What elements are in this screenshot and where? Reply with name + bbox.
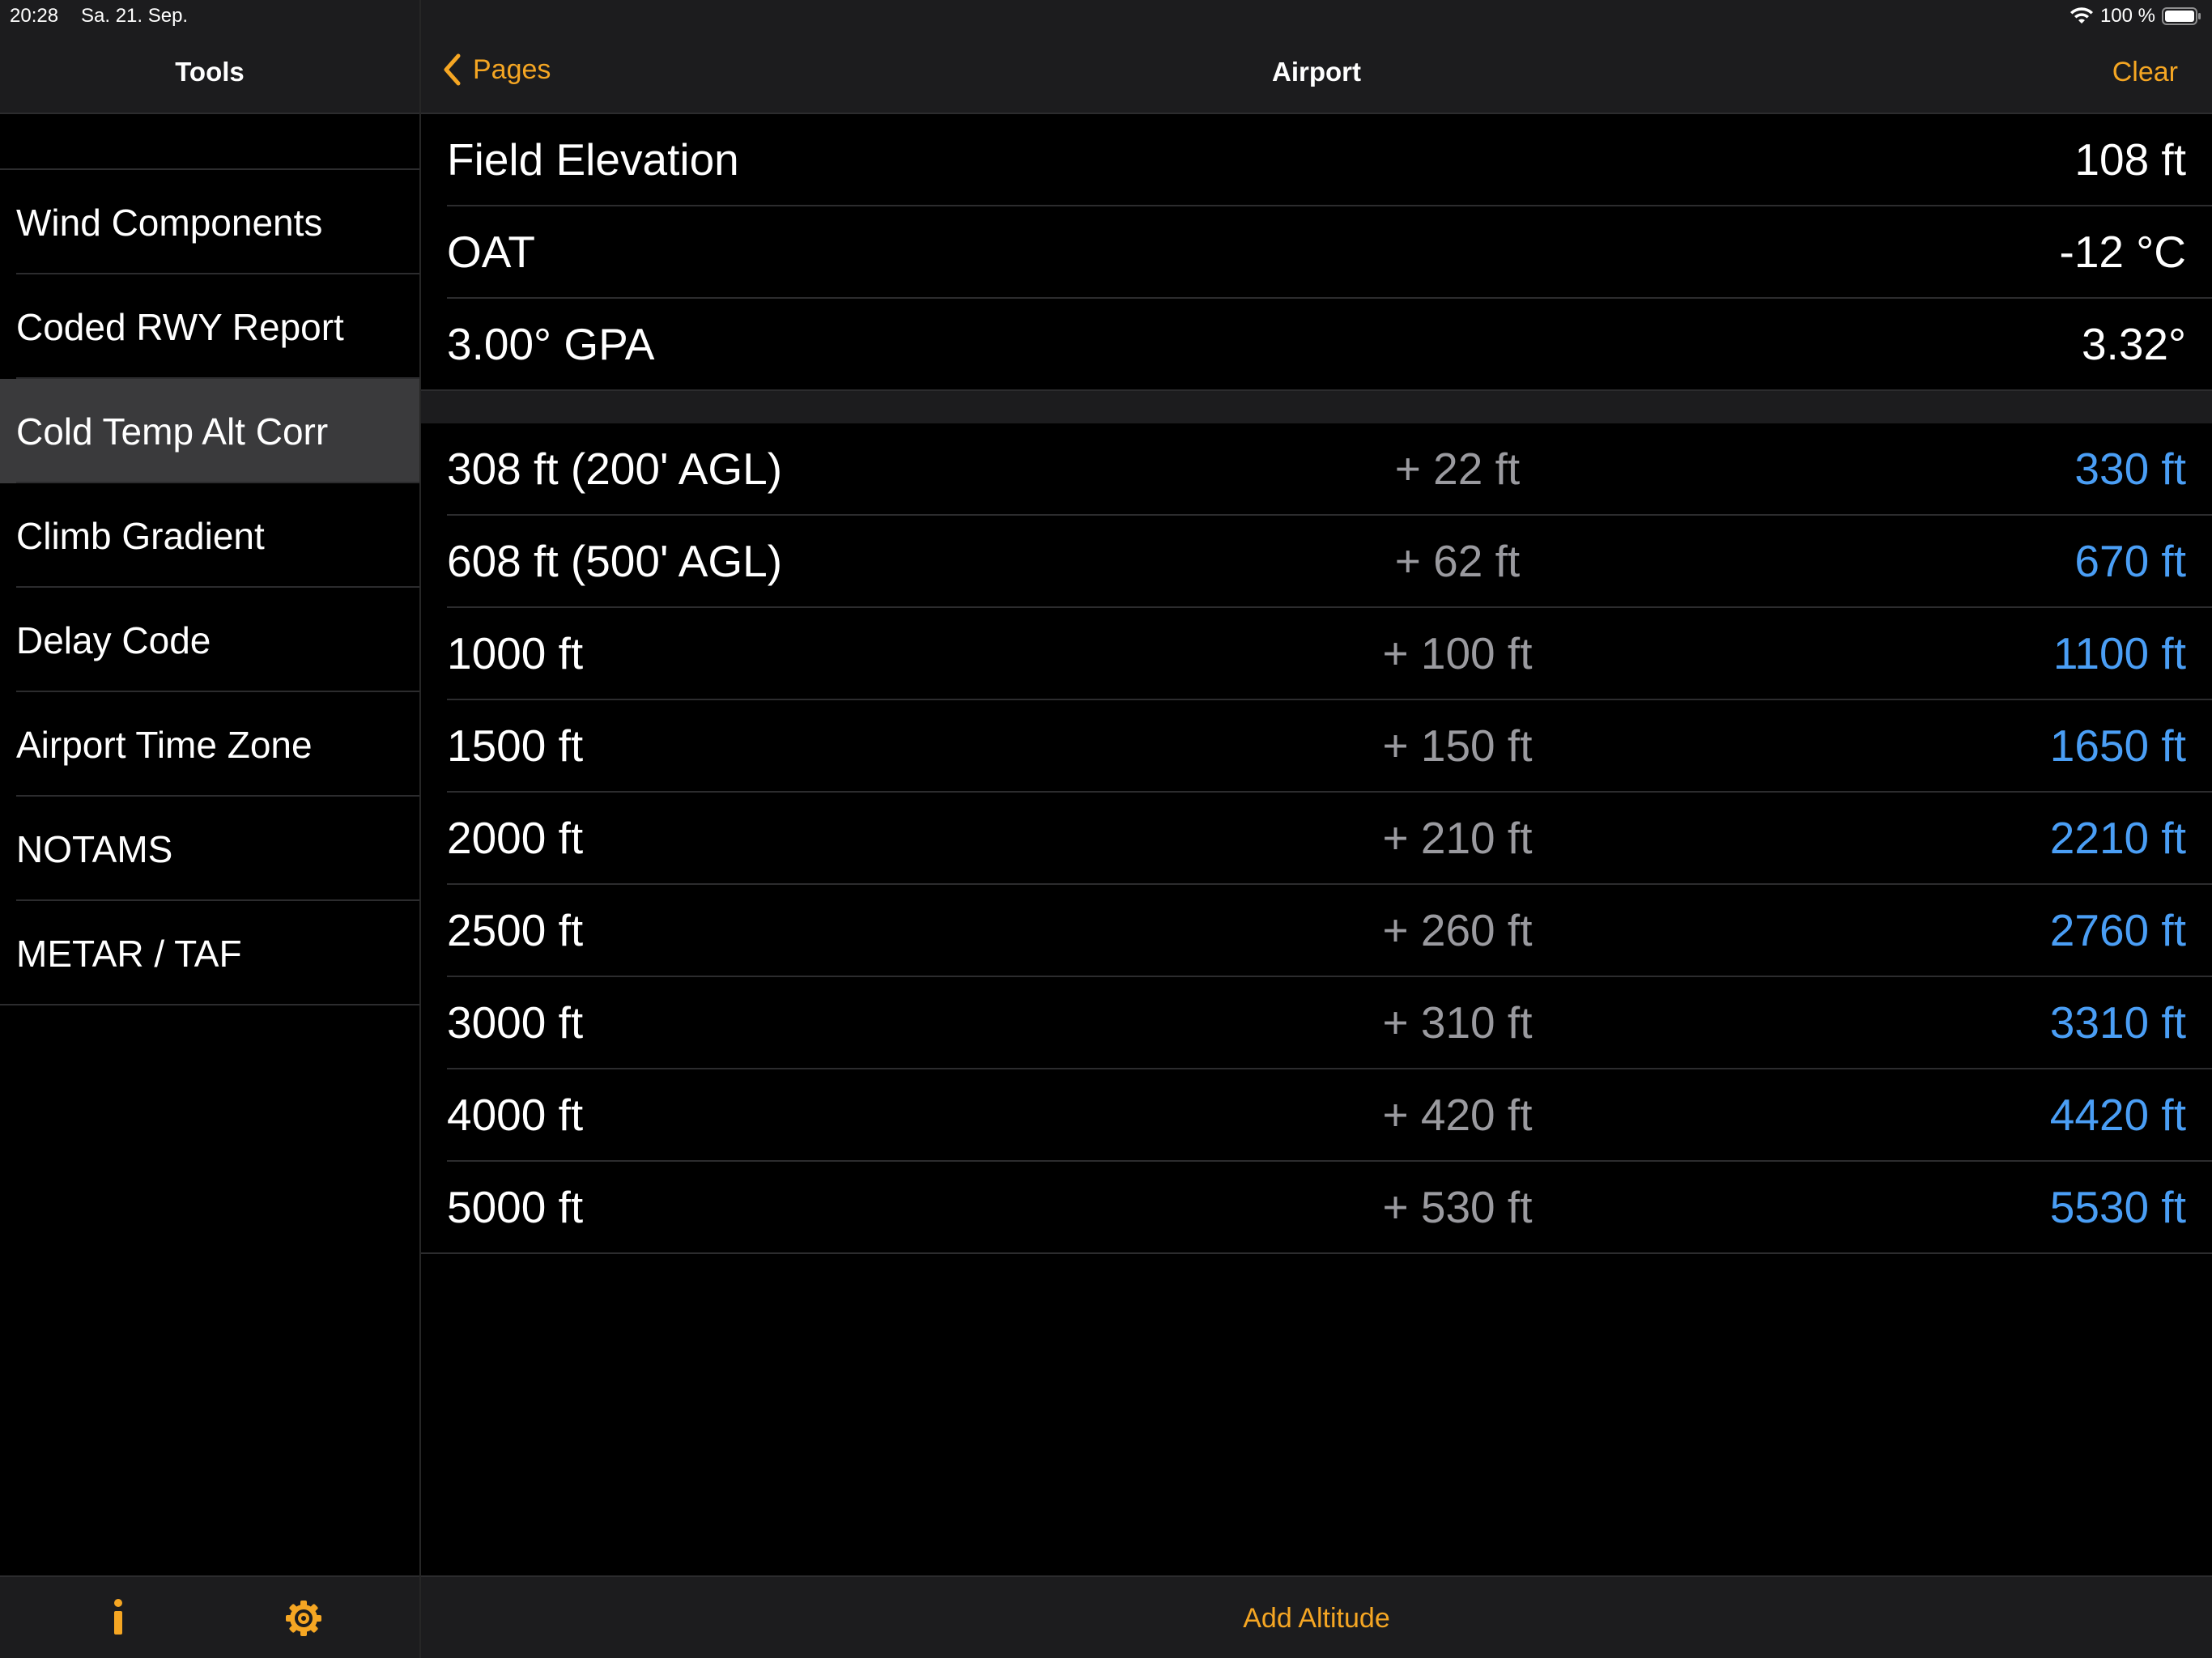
sidebar-item-delay-code[interactable]: Delay Code <box>0 588 419 692</box>
sidebar: Tools Wind Components Coded RWY Report C… <box>0 0 421 1658</box>
sidebar-item-wind-components[interactable]: Wind Components <box>0 170 419 274</box>
main-panel: Pages Airport Clear Field Elevation 108 … <box>421 0 2212 1658</box>
table-row[interactable]: 4000 ft + 420 ft 4420 ft <box>421 1069 2212 1162</box>
section-separator <box>421 391 2212 423</box>
correction-cell: + 310 ft <box>1382 997 1533 1048</box>
input-value[interactable]: 3.32° <box>2082 318 2186 370</box>
altitude-cell: 1000 ft <box>447 628 584 678</box>
altitude-cell: 2500 ft <box>447 905 584 955</box>
sidebar-item-metar-taf[interactable]: METAR / TAF <box>0 901 419 1005</box>
gear-icon[interactable] <box>285 1600 322 1637</box>
table-row[interactable]: 1000 ft + 100 ft 1100 ft <box>421 608 2212 700</box>
results-table: 308 ft (200' AGL) + 22 ft 330 ft 608 ft … <box>421 423 2212 1254</box>
table-row[interactable]: 5000 ft + 530 ft 5530 ft <box>421 1162 2212 1254</box>
input-label: 3.00° GPA <box>447 319 655 369</box>
corrected-altitude-cell: 330 ft <box>2074 444 2186 494</box>
corrected-altitude-cell: 1100 ft <box>2052 628 2186 678</box>
sidebar-item-notams[interactable]: NOTAMS <box>0 797 419 901</box>
corrected-altitude-cell: 1650 ft <box>2049 721 2186 771</box>
altitude-cell: 608 ft (500' AGL) <box>447 536 783 586</box>
table-row[interactable]: 308 ft (200' AGL) + 22 ft 330 ft <box>421 423 2212 516</box>
corrected-altitude-cell: 3310 ft <box>2049 997 2186 1048</box>
sidebar-item-label: Airport Time Zone <box>16 724 313 766</box>
correction-cell: + 420 ft <box>1382 1090 1533 1140</box>
sidebar-item-label: Climb Gradient <box>16 515 265 557</box>
sidebar-list: Wind Components Coded RWY Report Cold Te… <box>0 170 419 1005</box>
input-label: OAT <box>447 227 535 277</box>
correction-cell: + 100 ft <box>1382 628 1533 678</box>
table-row[interactable]: 1500 ft + 150 ft 1650 ft <box>421 700 2212 793</box>
table-row[interactable]: 3000 ft + 310 ft 3310 ft <box>421 977 2212 1069</box>
sidebar-item-label: Coded RWY Report <box>16 306 344 348</box>
sidebar-item-airport-time-zone[interactable]: Airport Time Zone <box>0 692 419 797</box>
info-icon[interactable] <box>104 1598 133 1635</box>
corrected-altitude-cell: 2210 ft <box>2049 813 2186 863</box>
clear-button[interactable]: Clear <box>2112 57 2178 88</box>
altitude-cell: 308 ft (200' AGL) <box>447 444 783 494</box>
page-title: Airport <box>1272 57 1361 87</box>
sidebar-item-cold-temp-alt-corr[interactable]: Cold Temp Alt Corr <box>0 379 419 483</box>
inputs-section: Field Elevation 108 ft OAT -12 °C 3.00° … <box>421 114 2212 391</box>
status-indicators: 100 % <box>2069 5 2201 28</box>
input-row-oat[interactable]: OAT -12 °C <box>421 206 2212 299</box>
altitude-cell: 1500 ft <box>447 721 584 771</box>
input-row-gpa[interactable]: 3.00° GPA 3.32° <box>421 299 2212 391</box>
altitude-cell: 3000 ft <box>447 997 584 1048</box>
wifi-icon <box>2069 7 2093 23</box>
corrected-altitude-cell: 2760 ft <box>2049 905 2186 955</box>
sidebar-item-label: Cold Temp Alt Corr <box>16 410 329 453</box>
sidebar-item-label: Wind Components <box>16 202 323 244</box>
status-date: Sa. 21. Sep. <box>81 5 189 27</box>
add-altitude-button[interactable]: Add Altitude <box>421 1603 2212 1635</box>
table-row[interactable]: 2000 ft + 210 ft 2210 ft <box>421 793 2212 885</box>
input-row-field-elevation[interactable]: Field Elevation 108 ft <box>421 114 2212 206</box>
correction-cell: + 22 ft <box>1394 444 1521 494</box>
sidebar-item-label: Delay Code <box>16 619 211 661</box>
input-value[interactable]: -12 °C <box>2060 226 2187 278</box>
input-value[interactable]: 108 ft <box>2074 134 2186 185</box>
correction-cell: + 150 ft <box>1382 721 1533 771</box>
correction-cell: + 530 ft <box>1382 1182 1533 1232</box>
correction-cell: + 260 ft <box>1382 905 1533 955</box>
sidebar-spacer <box>0 114 419 170</box>
correction-cell: + 210 ft <box>1382 813 1533 863</box>
status-bar: 20:28 Sa. 21. Sep. 100 % <box>0 0 2212 32</box>
correction-cell: + 62 ft <box>1394 536 1521 586</box>
battery-percentage: 100 % <box>2099 5 2155 27</box>
corrected-altitude-cell: 4420 ft <box>2049 1090 2186 1140</box>
corrected-altitude-cell: 670 ft <box>2074 536 2186 586</box>
sidebar-item-label: NOTAMS <box>16 828 173 870</box>
sidebar-title: Tools <box>175 57 245 87</box>
table-row[interactable]: 608 ft (500' AGL) + 62 ft 670 ft <box>421 516 2212 608</box>
altitude-cell: 4000 ft <box>447 1090 584 1140</box>
status-time: 20:28 <box>10 5 59 27</box>
battery-icon <box>2162 7 2201 25</box>
table-row[interactable]: 2500 ft + 260 ft 2760 ft <box>421 885 2212 977</box>
sidebar-item-coded-rwy-report[interactable]: Coded RWY Report <box>0 274 419 379</box>
bottom-toolbar: Add Altitude <box>421 1575 2212 1658</box>
sidebar-toolbar <box>0 1575 419 1658</box>
corrected-altitude-cell: 5530 ft <box>2049 1182 2186 1232</box>
input-label: Field Elevation <box>447 134 739 185</box>
sidebar-item-climb-gradient[interactable]: Climb Gradient <box>0 483 419 588</box>
altitude-cell: 2000 ft <box>447 813 584 863</box>
sidebar-item-label: METAR / TAF <box>16 933 242 975</box>
app-root: 20:28 Sa. 21. Sep. 100 % Tools Wind Comp… <box>0 0 2212 1658</box>
altitude-cell: 5000 ft <box>447 1182 584 1232</box>
